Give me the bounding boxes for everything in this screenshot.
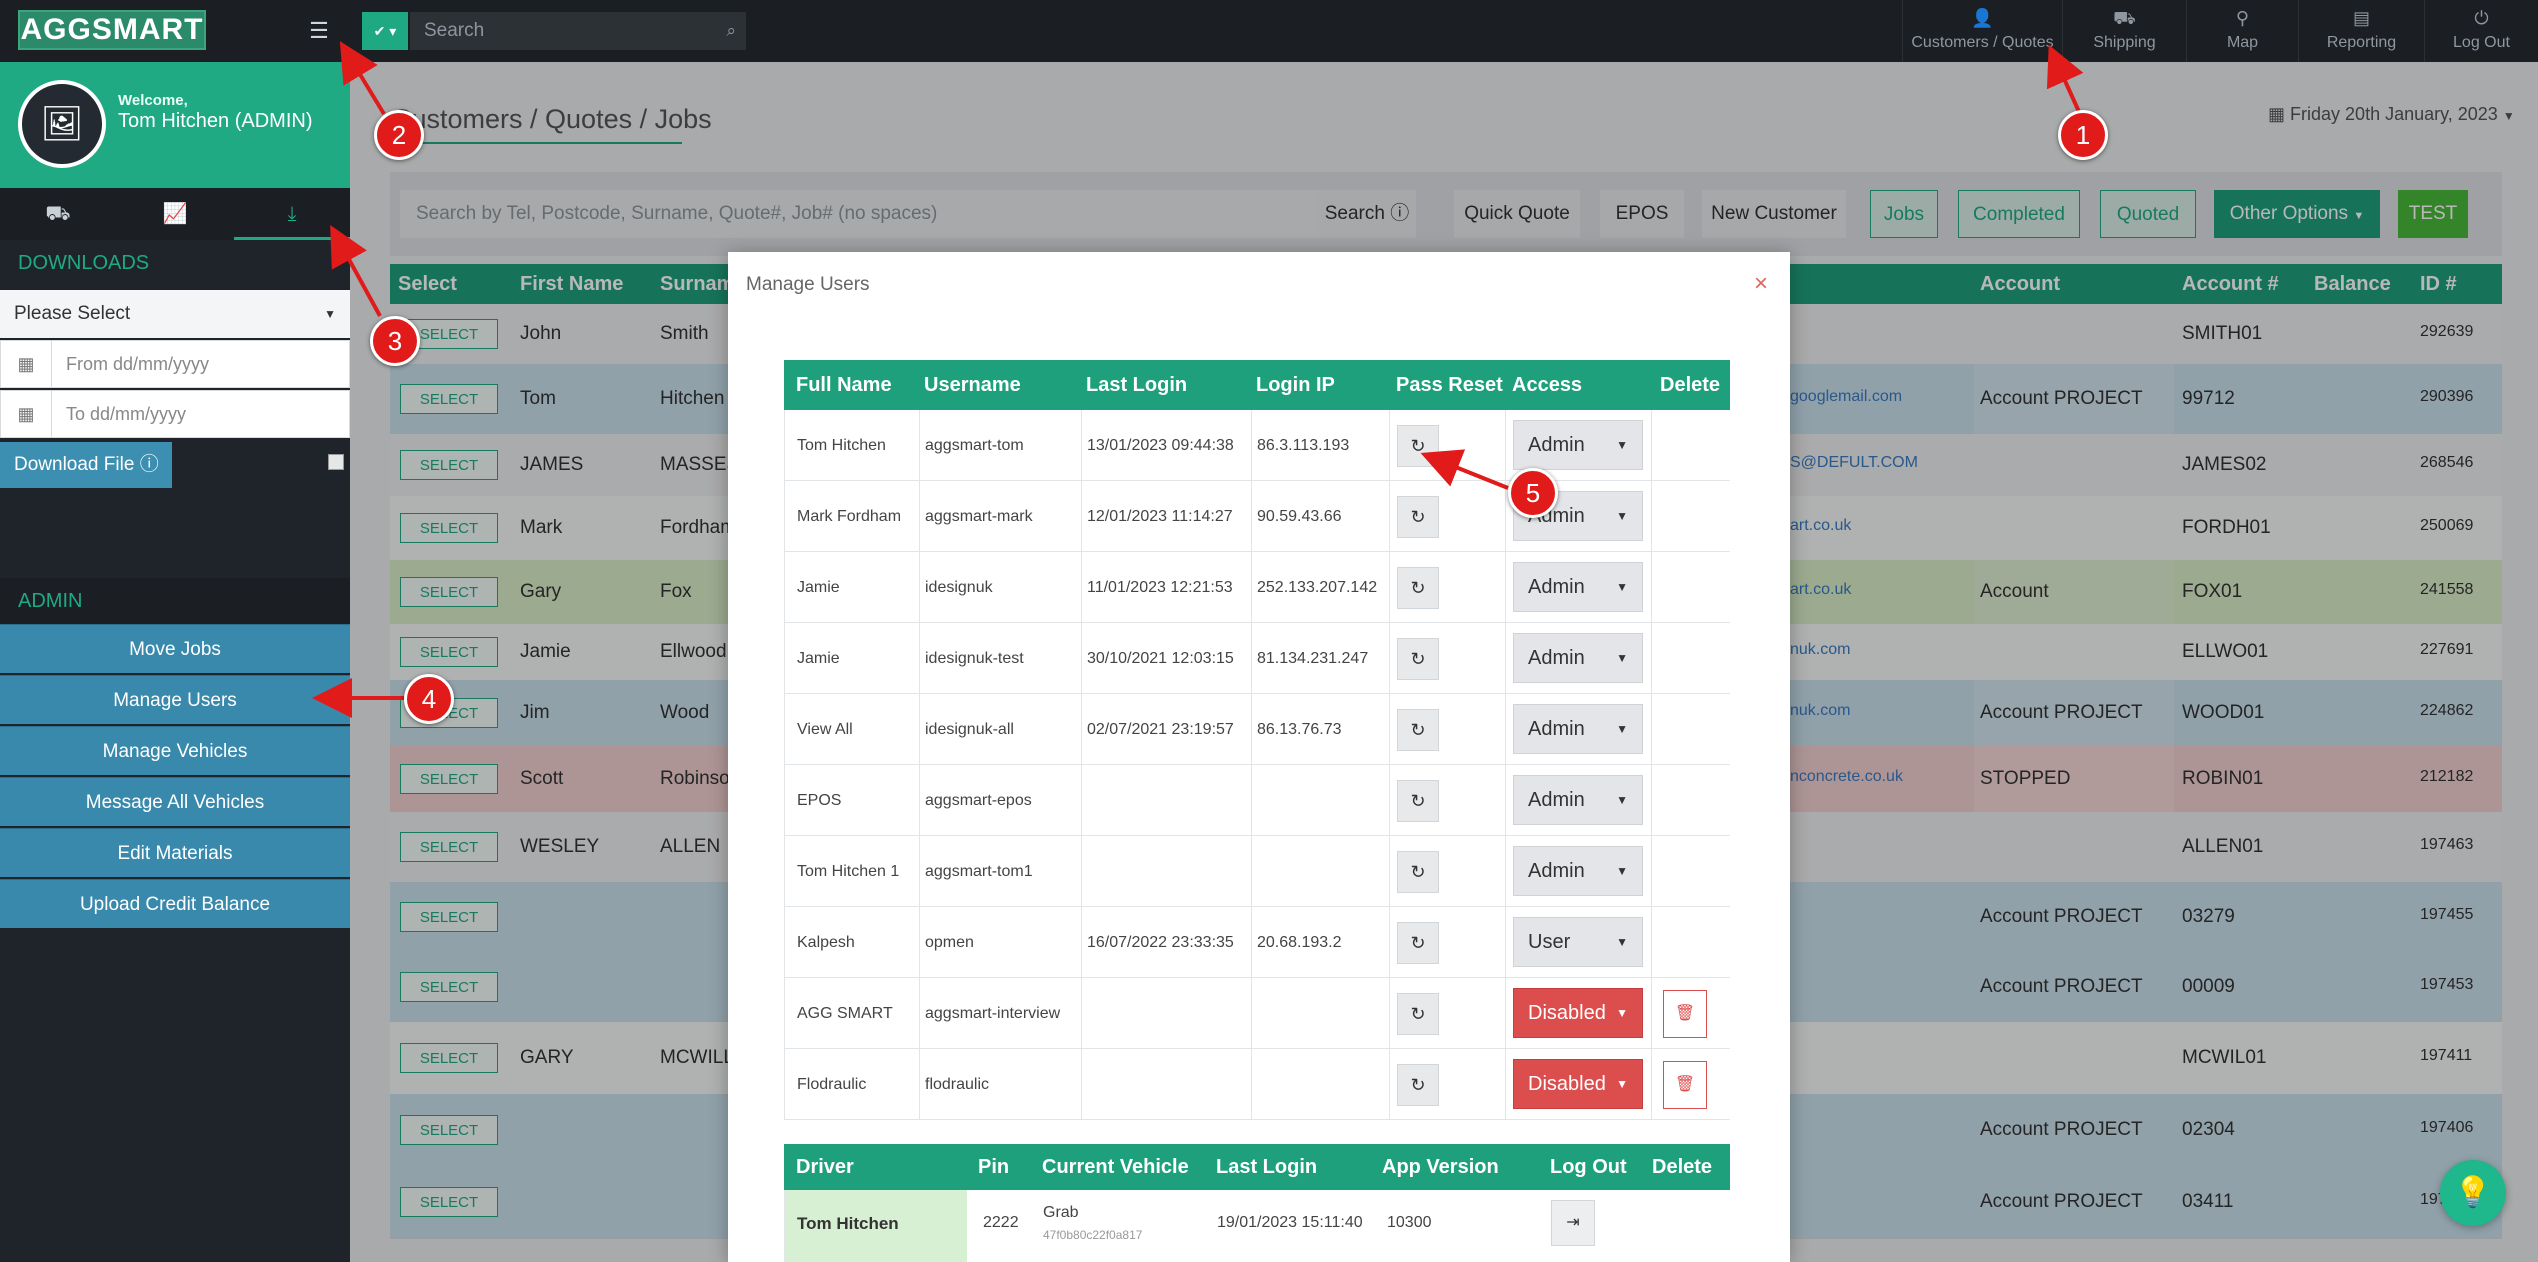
lightbulb-help-icon[interactable]: 💡 — [2440, 1160, 2506, 1226]
annotation-arrows — [312, 41, 2084, 718]
callout-badge: 4 — [404, 674, 454, 724]
callout-badge: 1 — [2058, 110, 2108, 160]
callout-badge: 2 — [374, 110, 424, 160]
callout-badge: 3 — [370, 316, 420, 366]
callout-badge: 5 — [1508, 468, 1558, 518]
